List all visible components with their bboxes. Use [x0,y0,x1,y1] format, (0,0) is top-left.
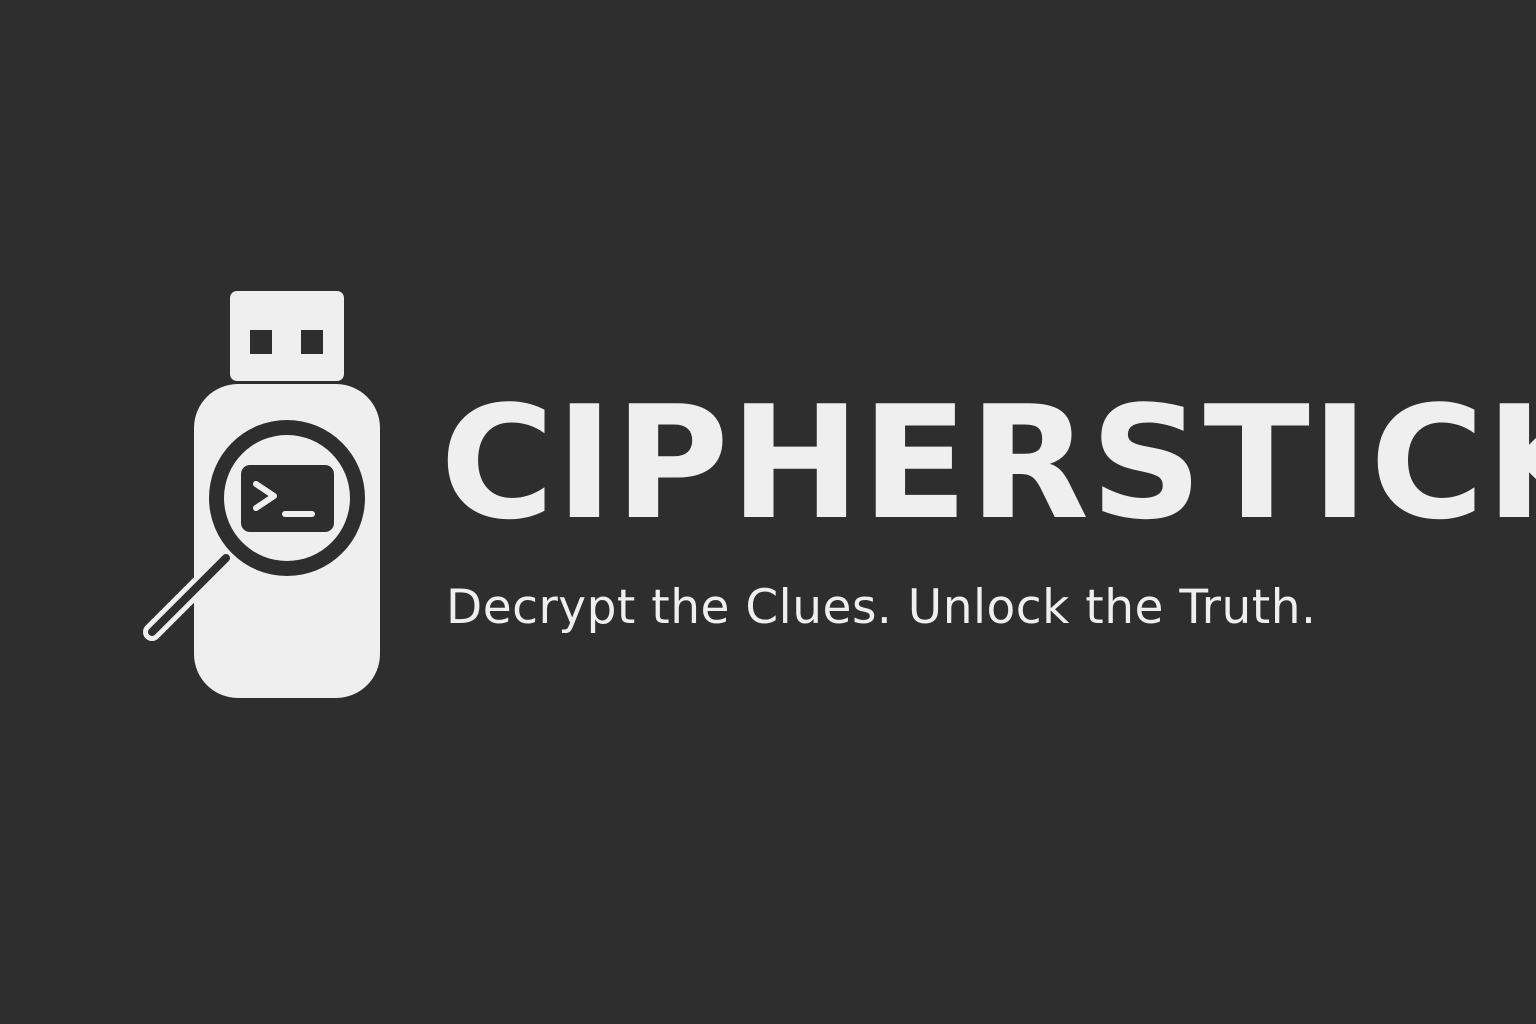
usb-connector-slot-right [301,330,323,354]
brand-name: CIPHERSTICK [440,372,1536,554]
brand-tagline: Decrypt the Clues. Unlock the Truth. [446,580,1317,635]
terminal-icon [241,465,334,532]
usb-connector-slot-left [250,330,272,354]
logo-canvas: CIPHERSTICK Decrypt the Clues. Unlock th… [0,0,1536,1024]
terminal-window [241,465,334,532]
usb-drive-magnifier-icon [143,291,380,698]
usb-connector [230,291,344,381]
